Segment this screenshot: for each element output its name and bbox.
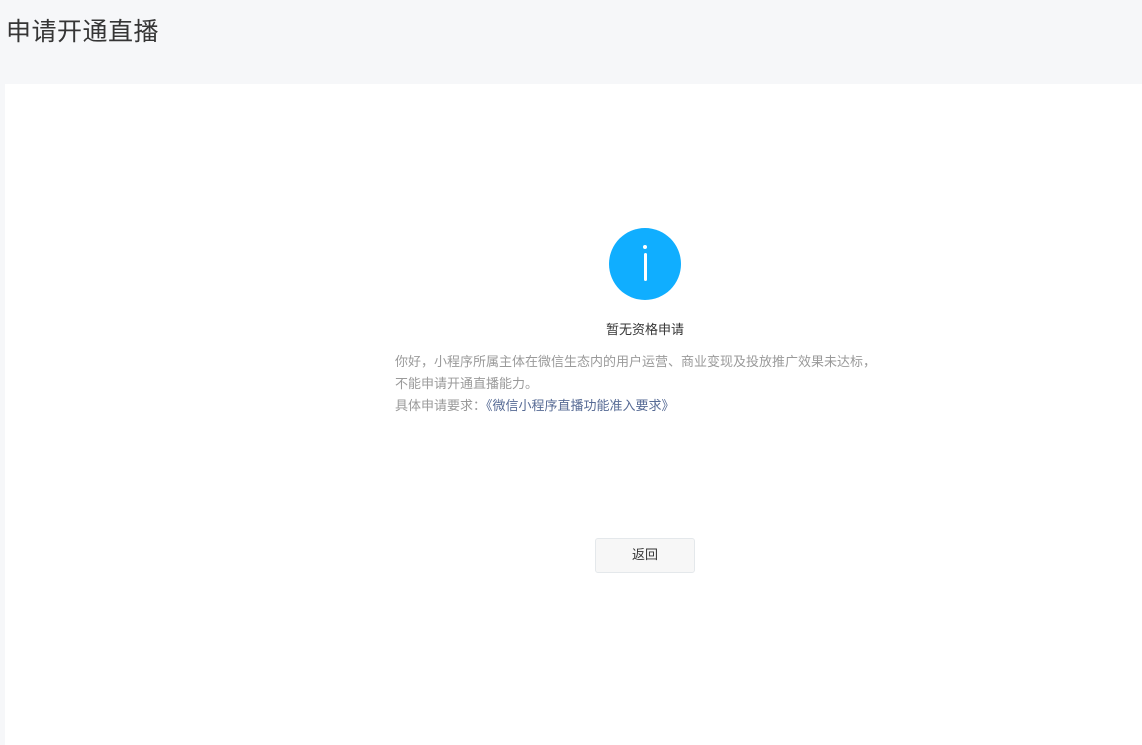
requirement-link[interactable]: 《微信小程序直播功能准入要求》	[486, 399, 675, 414]
message-title: 暂无资格申请	[605, 323, 684, 338]
info-icon-dot	[643, 245, 647, 249]
message-description: 你好，小程序所属主体在微信生态内的用户运营、商业变现及投放推广效果未达标，不能申…	[395, 355, 877, 392]
page-title: 申请开通直播	[6, 17, 160, 46]
back-button[interactable]: 返回	[595, 538, 695, 573]
requirement-prefix: 具体申请要求：	[395, 399, 487, 414]
requirement-line: 具体申请要求：《微信小程序直播功能准入要求》	[395, 396, 887, 418]
info-icon-bar	[643, 253, 647, 281]
page-header: 申请开通直播	[0, 0, 1142, 84]
info-icon	[609, 228, 681, 300]
content-panel: 暂无资格申请 你好，小程序所属主体在微信生态内的用户运营、商业变现及投放推广效果…	[5, 84, 1142, 745]
page: 申请开通直播 暂无资格申请 你好，小程序所属主体在微信生态内的用户运营、商业变现…	[0, 0, 1142, 745]
